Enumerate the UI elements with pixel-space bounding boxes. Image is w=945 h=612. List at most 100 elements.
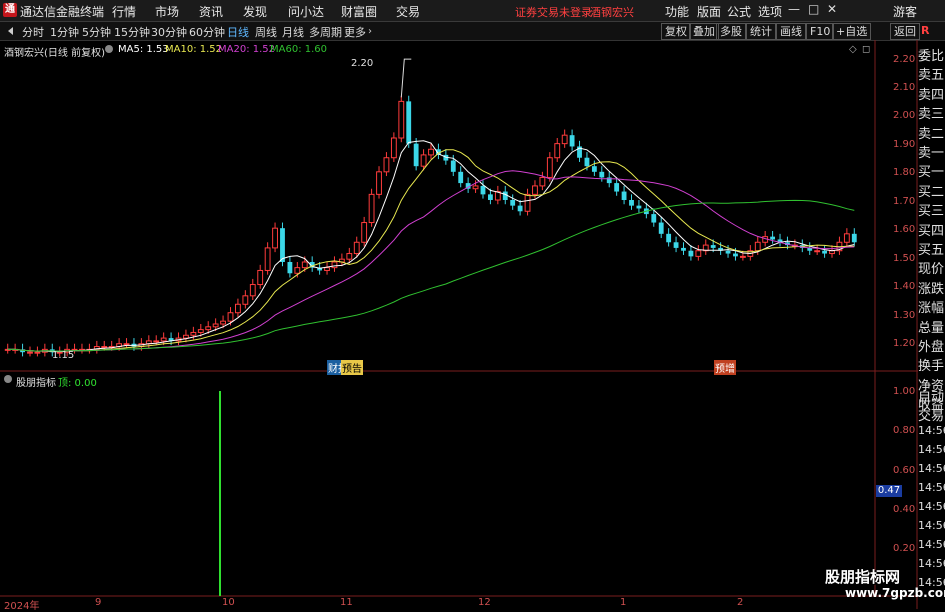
add-watchlist-button[interactable]: +自选 [832,23,872,40]
login-notice[interactable]: 证券交易未登录 [515,4,592,20]
price-tick: 1.70 [893,196,916,207]
side-field: 委比 [918,49,945,64]
candle-body [843,233,850,243]
stats-button[interactable]: 统计 [746,23,776,40]
candle-body [472,185,479,190]
price-tick: 1.60 [893,224,916,235]
candle-body [183,334,189,339]
price-tick: 1.80 [893,167,916,178]
menu-trade[interactable]: 交易 [396,3,420,20]
candle-body [242,295,249,305]
side-field: 买二 [918,184,945,200]
side-tick-time: 14:56 [918,462,945,475]
period-timeshare[interactable]: 分时 [22,24,44,40]
indicator-name[interactable]: 股朋指标 [16,374,56,389]
side-tick-time: 14:56 [918,500,945,513]
candle-body [227,312,234,322]
candle-body [725,250,731,254]
ind-tick: 0.80 [893,425,916,436]
candle-body [413,143,419,167]
candle-body [599,171,605,178]
menu-news[interactable]: 资讯 [199,3,223,20]
close-icon[interactable]: ✕ [827,2,837,16]
candle-body [420,154,427,167]
return-button[interactable]: 返回 [890,23,920,40]
candle-body [754,241,761,252]
overlay-button[interactable]: 叠加 [689,23,719,40]
current-stock-notice[interactable]: 酒钢宏兴 [590,4,634,20]
menu-function[interactable]: 功能 [665,3,689,20]
x-tick: 2 [737,597,744,608]
period-15min[interactable]: 15分钟 [114,24,150,40]
period-30min[interactable]: 30分钟 [151,24,187,40]
candle-body [331,261,338,269]
menu-options[interactable]: 选项 [758,3,782,20]
period-weekly[interactable]: 周线 [255,24,277,40]
maximize-icon[interactable]: □ [808,2,819,16]
event-forecast-badge[interactable]: 预告 [341,360,363,375]
candle-body [406,101,412,144]
candle-body [346,253,353,260]
candle-body [398,100,405,139]
draw-line-button[interactable]: 画线 [776,23,806,40]
side-field: 卖二 [918,126,945,142]
side-field: 卖三 [918,107,945,123]
back-arrow-icon[interactable] [8,27,13,35]
candle-body [249,284,256,297]
side-tick-time: 自动 [918,390,945,405]
period-monthly[interactable]: 月线 [282,24,304,40]
candle-body [368,193,375,224]
candle-body [733,253,738,257]
period-more[interactable]: 更多 [344,24,366,40]
side-tick-time: 14:56 [918,481,945,494]
minimize-icon[interactable]: — [788,2,800,16]
candle-body [353,241,360,255]
side-field: 买四 [918,223,945,239]
menu-discover[interactable]: 发现 [243,3,267,20]
candle-body [636,205,642,209]
event-preincrease-badge[interactable]: 预增 [714,360,736,375]
ind-tick: 0.40 [893,504,916,515]
watermark-title: 股朋指标网 [825,568,901,586]
ma-line-group [7,58,855,353]
adjust-button[interactable]: 复权 [661,23,691,40]
indicator-value: 顶: 0.00 [58,378,97,389]
candle-body [287,262,293,274]
candle-body [569,135,575,147]
side-field: 涨幅 [918,301,945,317]
candle-body [546,157,553,178]
indicator-cursor-marker: 0.47 [876,485,902,497]
candle-body [235,303,241,314]
menu-wealth[interactable]: 财富圈 [341,3,377,20]
period-5min[interactable]: 5分钟 [82,24,111,40]
candle-body [561,134,568,145]
period-60min[interactable]: 60分钟 [189,24,225,40]
period-daily[interactable]: 日线 [227,24,249,40]
period-1min[interactable]: 1分钟 [50,24,79,40]
candle-body [390,137,397,159]
candle-body [324,267,330,271]
side-tick-time: 14:56 [918,557,945,570]
candle-body [280,228,285,262]
chevron-right-icon[interactable]: › [368,26,372,37]
menu-layout[interactable]: 版面 [697,3,721,20]
multi-stock-button[interactable]: 多股 [716,23,746,40]
period-multi[interactable]: 多周期 [309,24,342,40]
guest-label[interactable]: 游客 [893,3,917,20]
side-field: 现价 [918,262,945,278]
candle-body [220,320,226,325]
side-field: 买一 [918,165,945,181]
menu-quotes[interactable]: 行情 [112,3,136,20]
side-field: 换手 [918,359,945,375]
indicator-settings-icon[interactable] [4,375,12,383]
f10-button[interactable]: F10 [806,23,835,40]
price-tick: 2.10 [893,82,916,93]
high-marker-line [400,58,412,98]
menu-ask[interactable]: 问小达 [288,3,324,20]
candle-body [614,183,620,192]
menu-market[interactable]: 市场 [155,3,179,20]
ind-tick: 1.00 [893,386,916,397]
menu-formula[interactable]: 公式 [727,3,751,20]
kline-chart[interactable] [0,40,945,609]
ma60-line [7,199,855,352]
